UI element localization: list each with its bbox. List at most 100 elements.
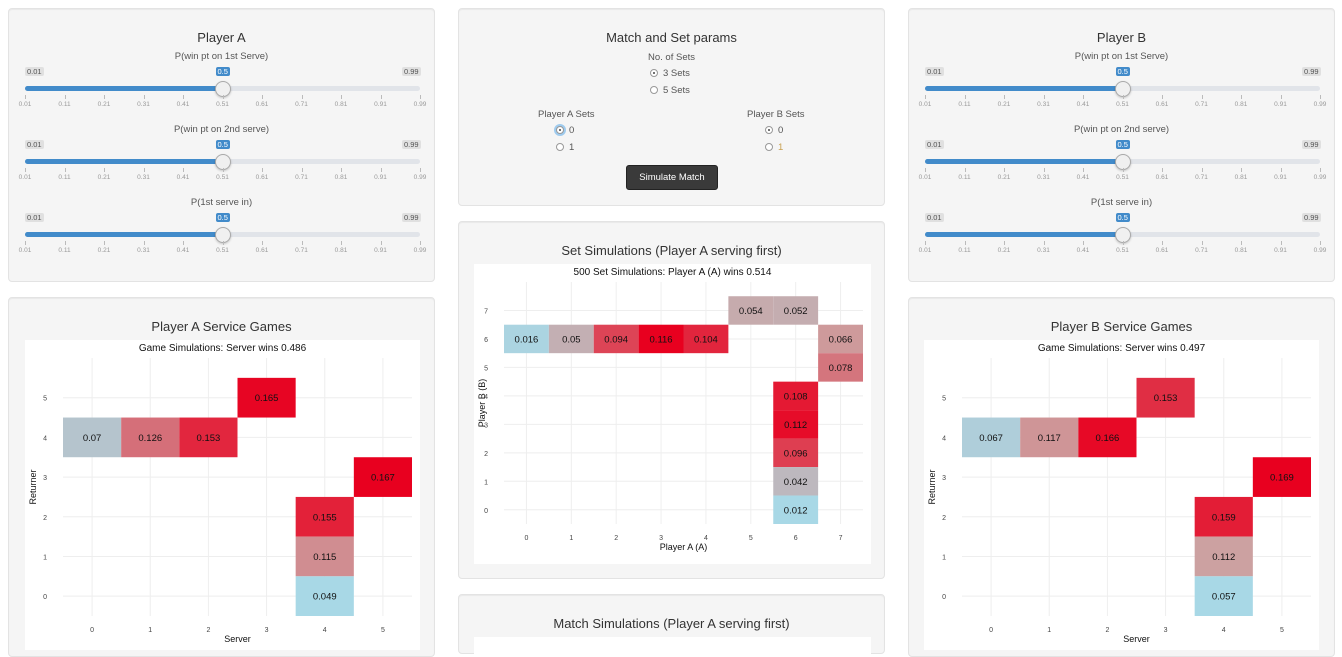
slider-tick <box>1201 95 1203 99</box>
slider-max-label: 0.99 <box>1302 140 1321 149</box>
slider-tick <box>1122 95 1124 99</box>
slider-tick <box>1083 241 1084 245</box>
slider-tick-label: 0.01 <box>918 174 932 181</box>
y-tick-label: 3 <box>942 475 946 482</box>
slider-tick <box>1280 168 1282 172</box>
slider-tick <box>964 168 966 172</box>
slider-label: P(win pt on 1st Serve) <box>1074 51 1169 62</box>
x-tick-label: 3 <box>659 535 663 542</box>
x-tick-label: 1 <box>569 535 573 542</box>
slider-tick <box>183 168 184 172</box>
sets-option-3[interactable]: 3 Sets <box>650 68 690 79</box>
cell-value-label: 0.057 <box>1212 592 1236 603</box>
cell-value-label: 0.104 <box>694 334 718 345</box>
slider-tick <box>1320 95 1321 99</box>
x-tick-label: 4 <box>323 627 327 634</box>
sets-option-5[interactable]: 5 Sets <box>650 85 690 96</box>
player-b-games-heatmap: Game Simulations: Server wins 0.497 0 1 2 3 4… <box>924 340 1319 650</box>
slider-tick <box>183 95 184 99</box>
x-tick-label: 5 <box>749 535 753 542</box>
slider-tick-label: 0.51 <box>1116 101 1129 108</box>
set-sims-heatmap: 500 Set Simulations: Player A (A) wins 0… <box>474 264 871 564</box>
slider-tick-label: 0.81 <box>334 247 348 254</box>
player-a-sets-option-0[interactable]: 0 <box>556 125 574 136</box>
slider-tick <box>1004 241 1005 245</box>
slider-tick <box>420 95 421 99</box>
slider-min-label: 0.01 <box>25 140 44 149</box>
slider-label: P(win pt on 2nd serve) <box>1073 124 1170 135</box>
match-sim-panel: Match Simulations (Player A serving firs… <box>458 594 885 657</box>
player-a-title: Player A <box>197 30 246 45</box>
slider-tick-label: 0.71 <box>295 101 308 108</box>
slider-tick-label: 0.61 <box>1155 174 1169 181</box>
slider-tick-label: 0.61 <box>1155 101 1169 108</box>
slider-fill <box>925 86 1123 91</box>
slider-tick <box>1043 241 1045 245</box>
slider-tick-label: 0.81 <box>334 101 348 108</box>
slider-tick <box>104 168 105 172</box>
player-b-sets-option-0[interactable]: 0 <box>765 125 783 136</box>
slider-label: P(1st serve in) <box>1090 197 1153 208</box>
slider-tick <box>341 241 342 245</box>
slider-fill <box>25 159 223 164</box>
match-params-title: Match and Set params <box>606 30 737 45</box>
cell-value-label: 0.066 <box>829 334 853 345</box>
slider-tick <box>1043 95 1045 99</box>
slider-tick <box>25 241 26 245</box>
slider-tick-label: 0.99 <box>413 247 427 254</box>
slider-tick <box>64 95 66 99</box>
slider-tick-label: 0.11 <box>958 174 971 181</box>
slider-tick <box>380 168 382 172</box>
slider-tick-label: 0.21 <box>97 174 111 181</box>
slider-tick-label: 0.71 <box>295 247 308 254</box>
player-a-sets-option-1[interactable]: 1 <box>556 142 574 153</box>
slider-tick-label: 0.41 <box>1076 101 1090 108</box>
player-b-sets-option-1[interactable]: 1 <box>765 142 783 153</box>
y-tick-label: 7 <box>484 308 488 315</box>
slider-tick <box>964 95 966 99</box>
slider-tick <box>222 95 224 99</box>
cell-value-label: 0.108 <box>784 391 808 402</box>
slider-max-label: 0.99 <box>402 67 421 76</box>
cell-value-label: 0.153 <box>197 433 221 444</box>
slider-ticks: 0.01 0.11 0.21 0.31 0.41 0.51 0.61 0.71 0.81 0.91… <box>919 95 1326 108</box>
slider-min-label: 0.01 <box>925 213 944 222</box>
x-axis-label: Server <box>1123 634 1150 644</box>
cell-value-label: 0.049 <box>313 592 337 603</box>
slider-tick-label: 0.61 <box>255 101 269 108</box>
slider-tick <box>64 168 66 172</box>
slider-value-label: 0.5 <box>215 213 230 222</box>
slider-ticks: 0.01 0.11 0.21 0.31 0.41 0.51 0.61 0.71 0.81 0.91… <box>19 95 426 108</box>
slider-tick-label: 0.71 <box>295 174 308 181</box>
slider-ticks: 0.01 0.11 0.21 0.31 0.41 0.51 0.61 0.71 0.81 0.91… <box>919 168 1326 181</box>
y-tick-label: 2 <box>942 515 946 522</box>
slider-tick-label: 0.31 <box>1037 101 1050 108</box>
simulate-match-button[interactable]: Simulate Match <box>626 165 718 190</box>
slider-tick-label: 0.91 <box>1274 247 1287 254</box>
slider-fill <box>25 232 223 237</box>
slider-tick <box>420 241 421 245</box>
slider-tick <box>1162 241 1163 245</box>
x-tick-label: 5 <box>381 627 385 634</box>
slider-tick-label: 0.11 <box>958 101 971 108</box>
x-axis-label: Server <box>224 634 251 644</box>
slider-tick <box>64 241 66 245</box>
y-tick-label: 0 <box>484 508 488 515</box>
slider-max-label: 0.99 <box>1302 67 1321 76</box>
slider-tick-label: 0.51 <box>1116 247 1129 254</box>
slider-tick <box>1162 168 1163 172</box>
slider-tick <box>1162 95 1163 99</box>
slider-tick <box>1122 241 1124 245</box>
y-tick-label: 4 <box>43 435 47 442</box>
y-tick-label: 5 <box>484 365 488 372</box>
y-tick-label: 5 <box>942 396 946 403</box>
slider-tick-label: 0.41 <box>176 101 190 108</box>
slider-tick-label: 0.31 <box>1037 247 1050 254</box>
x-tick-label: 2 <box>206 627 210 634</box>
slider-tick-label: 0.11 <box>958 247 971 254</box>
slider-tick <box>1241 241 1242 245</box>
slider-tick <box>143 168 145 172</box>
player-b-service-panel: Player B Service Games Game Simulations:… <box>908 297 1335 657</box>
slider-tick-label: 0.61 <box>255 247 269 254</box>
y-tick-label: 0 <box>43 594 47 601</box>
